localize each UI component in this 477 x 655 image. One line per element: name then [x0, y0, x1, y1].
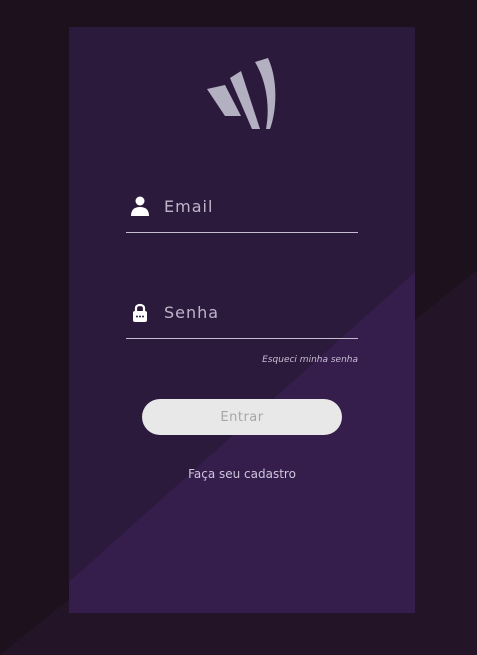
user-icon	[131, 196, 149, 216]
lock-icon	[133, 303, 147, 322]
wing-logo-icon	[207, 58, 276, 129]
password-field	[126, 298, 358, 339]
forgot-password-link[interactable]: Esqueci minha senha	[262, 355, 358, 365]
signup-link[interactable]: Faça seu cadastro	[69, 467, 415, 481]
email-input[interactable]	[164, 192, 354, 220]
login-button[interactable]: Entrar	[142, 399, 342, 435]
login-card: Esqueci minha senha Entrar Faça seu cada…	[69, 27, 415, 613]
password-input[interactable]	[164, 298, 354, 326]
email-field	[126, 192, 358, 233]
